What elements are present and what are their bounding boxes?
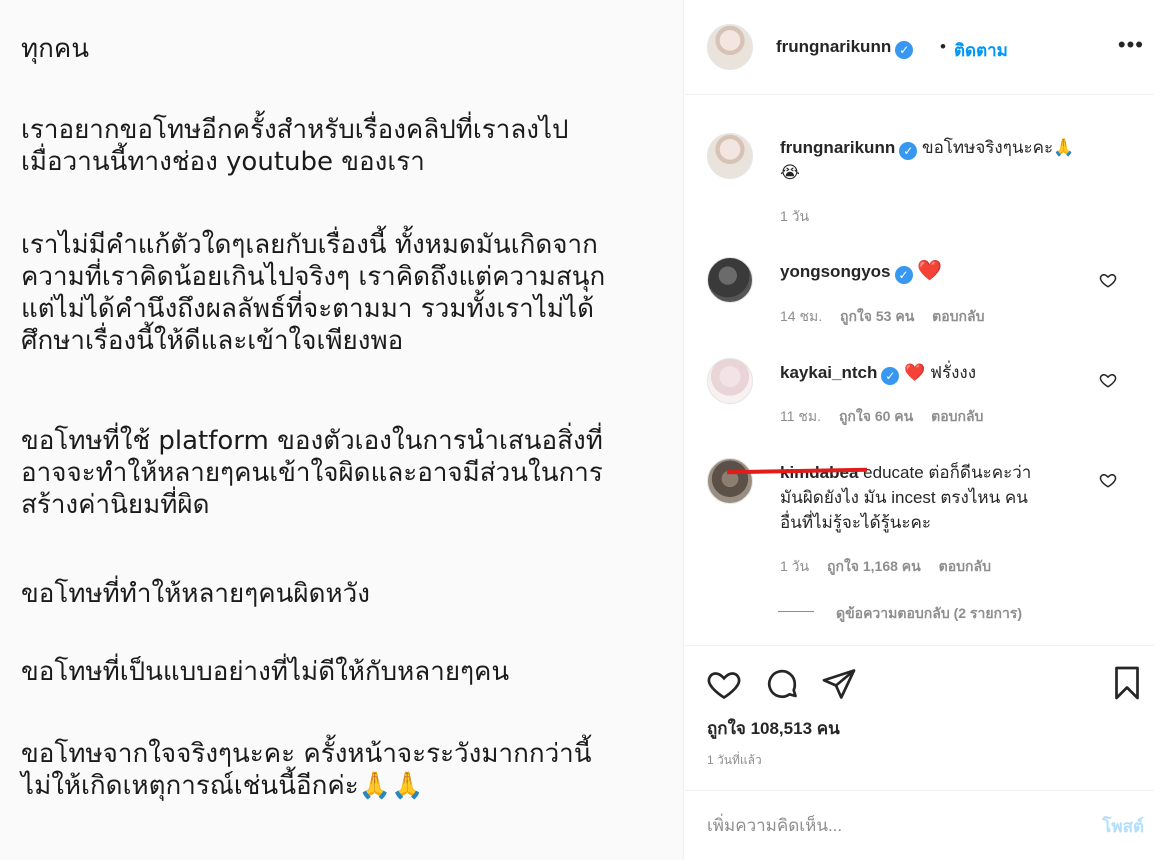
comment-text: ❤️ ฟรั่งงง [904,363,977,382]
like-heart-icon[interactable] [706,666,742,702]
post-side-panel: frungnarikunn ✓ • ติดตาม ••• frungnarikun… [685,0,1154,860]
comment-input[interactable] [707,813,1067,839]
comment-text: ❤️ [917,260,943,282]
comment-meta: 11 ชม. ถูกใจ 60 คน ตอบกลับ [780,406,983,428]
comment-likes[interactable]: ถูกใจ 53 คน [840,308,914,324]
comment-avatar[interactable] [707,257,753,303]
post-text-paragraph: ขอโทษที่เป็นแบบอย่างที่ไม่ดีให้กับหลายๆค… [21,657,510,687]
caption-text-line2: 😭 [780,163,800,182]
caption-avatar[interactable] [707,133,753,179]
share-send-icon[interactable] [821,666,857,702]
like-comment-heart-icon[interactable] [1099,371,1117,389]
verified-badge-icon: ✓ [895,41,914,59]
comment-text-line3: อื่นที่ไม่รู้จะได้รู้นะคะ [780,513,931,532]
comment-meta: 1 วัน ถูกใจ 1,168 คน ตอบกลับ [780,556,991,578]
comment-username[interactable]: kaykai_ntch [780,363,877,382]
avatar[interactable] [707,24,753,70]
post-text-paragraph: ขอโทษที่ใช้ platform ของตัวเองในการนำเสน… [21,426,603,520]
caption-time[interactable]: 1 วัน [780,206,809,228]
comment-item: kaykai_ntch ✓ ❤️ ฟรั่งงง [780,360,1080,385]
post-header: frungnarikunn ✓ • ติดตาม ••• [685,0,1154,95]
comment-likes[interactable]: ถูกใจ 60 คน [839,408,913,424]
more-horizontal-icon[interactable]: ••• [1118,32,1144,58]
comment-time[interactable]: 14 ชม. [780,308,822,324]
reply-button[interactable]: ตอบกลับ [931,408,983,424]
comment-time[interactable]: 1 วัน [780,558,809,574]
view-replies-line [778,611,814,612]
add-comment-bar: โพสต์ [685,790,1154,860]
comment-item: yongsongyos ✓ ❤️ [780,259,1080,284]
comment-avatar[interactable] [707,458,753,504]
comment-text-line2: มันผิดยังไง มัน incest ตรงไหน คน [780,488,1028,507]
verified-badge-icon: ✓ [894,266,913,284]
reply-button[interactable]: ตอบกลับ [932,308,984,324]
comment-bubble-icon[interactable] [764,666,800,702]
post-comment-button[interactable]: โพสต์ [1102,813,1144,840]
verified-badge-icon: ✓ [899,142,918,160]
verified-badge-icon: ✓ [881,367,900,385]
post-actions: ถูกใจ 108,513 คน 1 วันที่แล้ว [685,645,1154,775]
caption-username[interactable]: frungnarikunn [780,138,895,157]
caption-text: ขอโทษจริงๆนะคะ🙏 [921,138,1075,157]
separator-dot: • [940,37,946,56]
comment-likes[interactable]: ถูกใจ 1,168 คน [827,558,921,574]
comment-username[interactable]: yongsongyos [780,262,891,281]
username-text[interactable]: frungnarikunn [776,37,891,56]
like-comment-heart-icon[interactable] [1099,271,1117,289]
comment-text: educate ต่อก็ดีนะคะว่า [863,463,1032,482]
post-text-paragraph: ขอโทษจากใจจริงๆนะคะ ครั้งหน้าจะระวังมากก… [21,739,592,801]
post-text-paragraph: ทุกคน [21,34,90,64]
post-image[interactable]: ทุกคน เราอยากขอโทษอีกครั้งสำหรับเรื่องคล… [0,0,684,860]
comment-time[interactable]: 11 ชม. [780,408,821,424]
comment-avatar[interactable] [707,358,753,404]
view-replies-button[interactable]: ดูข้อความตอบกลับ (2 รายการ) [836,603,1022,625]
follow-button[interactable]: ติดตาม [954,37,1008,64]
comment-meta: 14 ชม. ถูกใจ 53 คน ตอบกลับ [780,306,985,328]
caption: frungnarikunn ✓ ขอโทษจริงๆนะคะ🙏 😭 [780,135,1120,185]
header-username[interactable]: frungnarikunn ✓ [776,37,914,59]
likes-count[interactable]: ถูกใจ 108,513 คน [707,715,840,742]
post-text-paragraph: ขอโทษที่ทำให้หลายๆคนผิดหวัง [21,579,370,609]
reply-button[interactable]: ตอบกลับ [939,558,991,574]
post-text-paragraph: เราอยากขอโทษอีกครั้งสำหรับเรื่องคลิปที่เ… [21,115,569,177]
like-comment-heart-icon[interactable] [1099,471,1117,489]
save-bookmark-icon[interactable] [1109,664,1145,702]
post-time-ago[interactable]: 1 วันที่แล้ว [707,751,762,770]
post-text-paragraph: เราไม่มีคำแก้ตัวใดๆเลยกับเรื่องนี้ ทั้งห… [21,230,606,356]
